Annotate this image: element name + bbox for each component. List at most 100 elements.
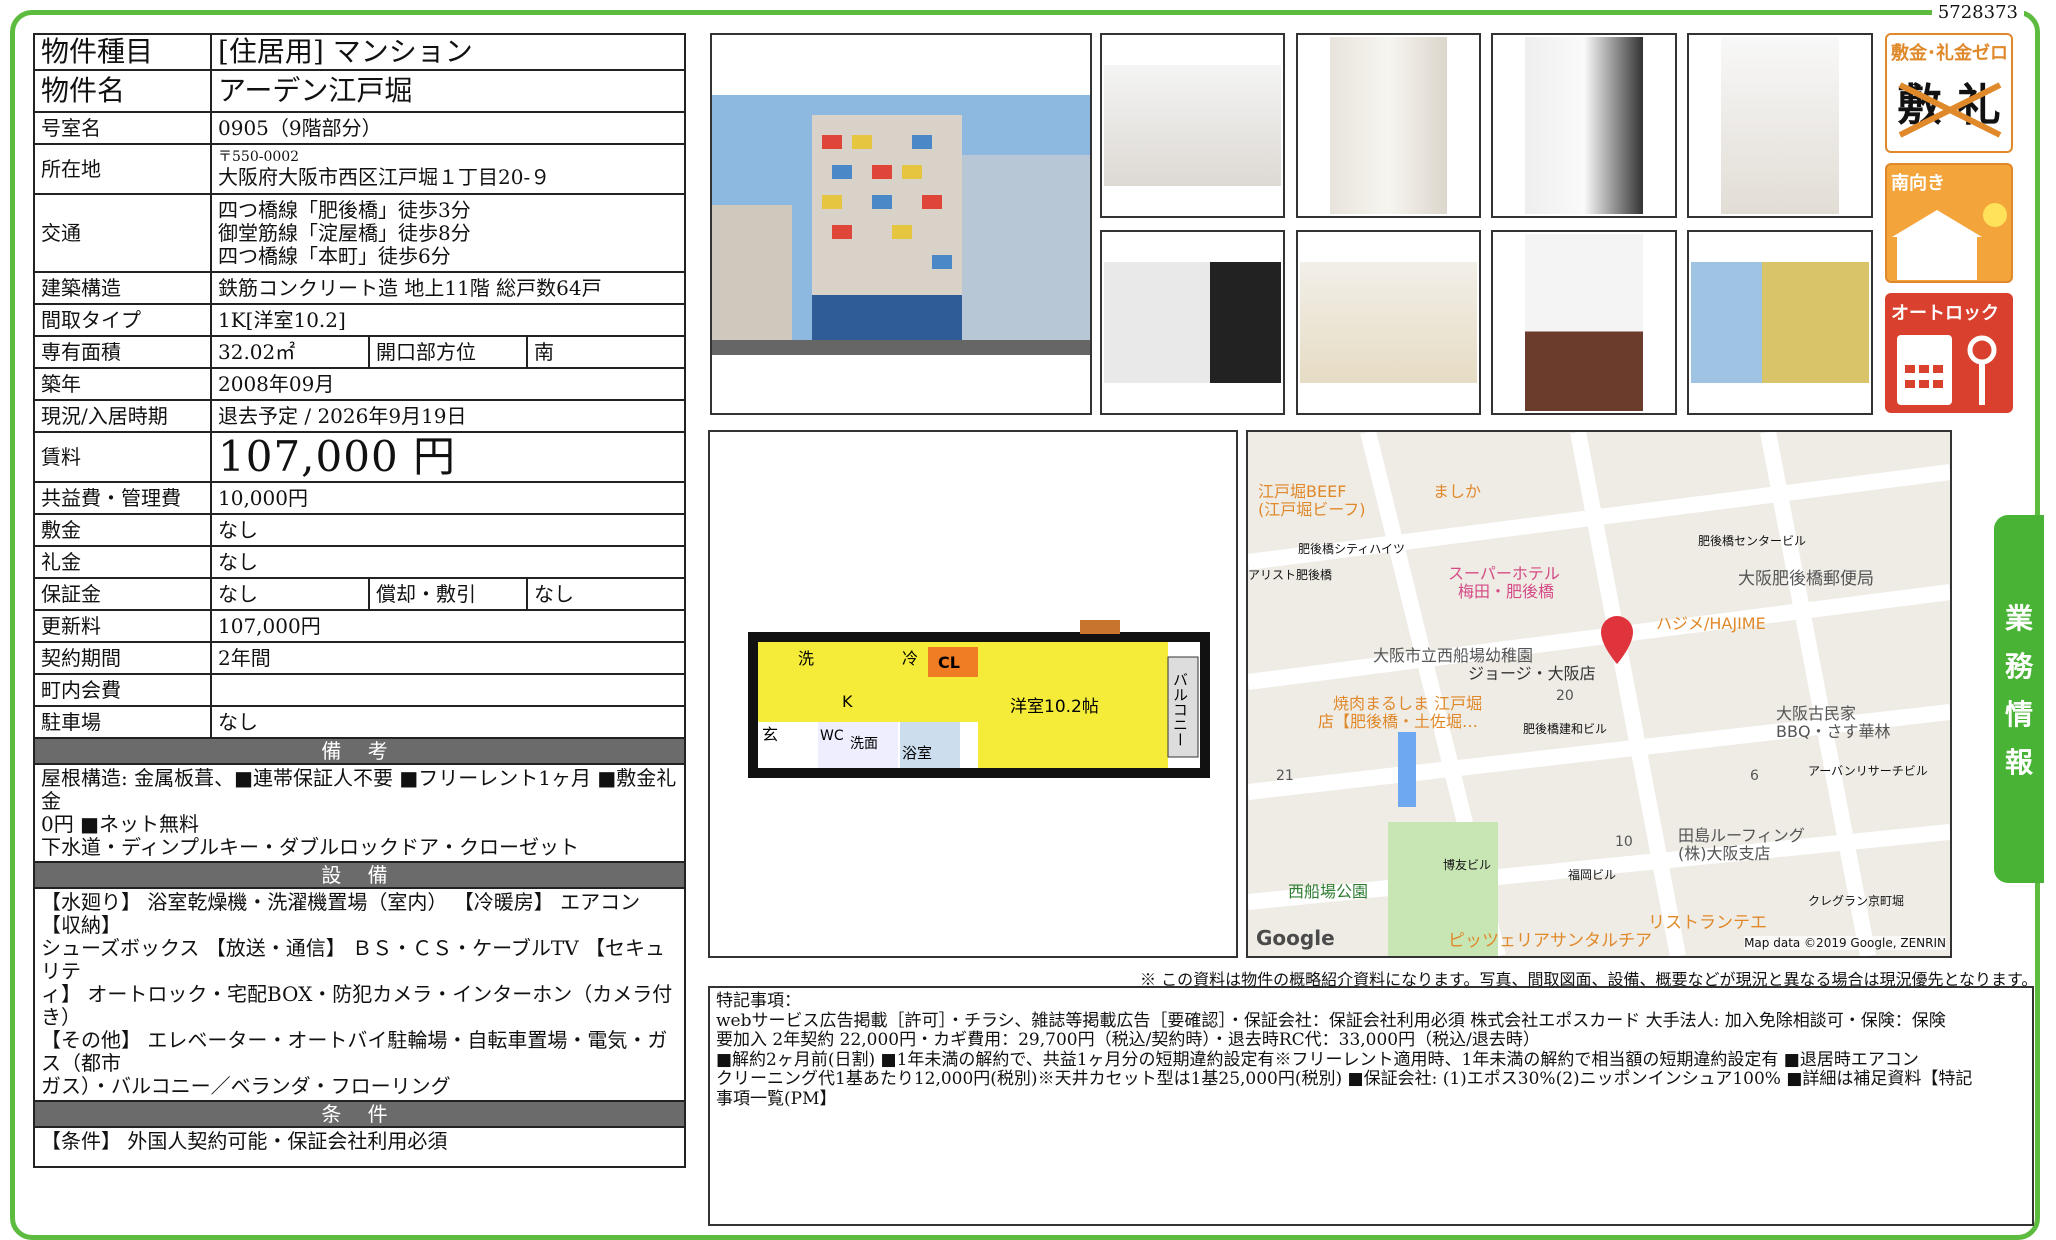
tab-char: 務	[2004, 650, 2033, 683]
plan-kitchen: K	[842, 692, 853, 711]
access-line: 四つ橋線「本町」徒歩6分	[218, 243, 451, 268]
remarks-line: 屋根構造: 金属板葺、■連帯保証人不要 ■フリーレント1ヶ月 ■敷金礼金	[41, 766, 677, 814]
plan-wc: WC	[820, 728, 844, 744]
interior-photo	[1100, 230, 1285, 415]
map-label: 肥後橋シティハイツ	[1298, 542, 1406, 556]
deposit-value: なし	[210, 513, 686, 548]
structure-label: 建築構造	[33, 271, 212, 305]
map-label: アーバンリサーチビル	[1808, 764, 1928, 778]
document-id: 5728373	[1931, 2, 2024, 23]
cross-icon	[1898, 82, 2002, 138]
map-label: 梅田・肥後橋	[1458, 582, 1555, 601]
conditions-body: 【条件】 外国人契約可能・保証会社利用必須	[33, 1126, 686, 1169]
renewal-value: 107,000円	[210, 609, 686, 644]
layout-value: 1K[洋室10.2]	[210, 303, 686, 337]
remarks-header: 備 考	[33, 737, 686, 766]
map-label: 21	[1276, 768, 1294, 784]
special-notes-line: webサービス広告掲載［許可］・チラシ、雑誌等掲載広告［要確認］・保証会社：保証…	[716, 1010, 1946, 1031]
room-label: 号室名	[33, 111, 212, 145]
map-label: (江戸堀ビーフ)	[1258, 500, 1366, 519]
amortization-label: 償却・敷引	[368, 577, 528, 612]
type-label: 物件種目	[33, 33, 212, 71]
structure-value: 鉄筋コンクリート造 地上11階 総戸数64戸	[210, 271, 686, 305]
status-label: 現況/入居時期	[33, 399, 212, 433]
badge-auto-lock: オートロック	[1885, 293, 2013, 413]
map-label: BBQ・さす華林	[1776, 722, 1891, 741]
badge-south-facing: 南向き	[1885, 163, 2013, 283]
map-label: (株)大阪支店	[1678, 844, 1771, 863]
location-map[interactable]: 江戸堀BEEF (江戸堀ビーフ) ましか 肥後橋シティハイツ アリスト肥後橋 ス…	[1246, 430, 1952, 958]
equipment-line: ィ】 オートロック・宅配BOX・防犯カメラ・インターホン（カメラ付き）	[41, 982, 673, 1030]
fee-label: 共益費・管理費	[33, 481, 212, 516]
layout-label: 間取タイプ	[33, 303, 212, 337]
map-label: ハジメ/HAJIME	[1656, 614, 1766, 633]
tab-char: 報	[2004, 746, 2033, 779]
parking-label: 駐車場	[33, 705, 212, 740]
badge-no-deposit: 敷金･礼金ゼロ 敷 礼	[1885, 33, 2013, 153]
house-sun-icon	[1892, 203, 2007, 280]
badge-label: 南向き	[1891, 173, 1945, 194]
built-value: 2008年09月	[210, 367, 686, 401]
interior-photo	[1687, 33, 1873, 218]
google-logo: Google	[1256, 926, 1335, 950]
equipment-line: 【水廻り】 浴室乾燥機・洗濯機置場（室内） 【冷暖房】 エアコン 【収納】	[41, 890, 641, 938]
equipment-line: シューズボックス 【放送・通信】 ＢＳ・ＣＳ・ケーブルTV 【セキュリテ	[41, 936, 666, 984]
conditions-header: 条 件	[33, 1100, 686, 1129]
special-notes-line: 要加入 2年契約 22,000円・カギ費用：29,700円（税込/契約時）・退去…	[716, 1030, 1540, 1051]
badge-label: オートロック	[1891, 303, 1999, 324]
map-label: 西船場公園	[1288, 882, 1369, 901]
built-label: 築年	[33, 367, 212, 401]
map-label: アリスト肥後橋	[1248, 568, 1333, 582]
interior-photo	[1491, 230, 1677, 415]
equipment-header: 設 備	[33, 861, 686, 890]
map-label: 福岡ビル	[1568, 868, 1617, 882]
remarks-line: 下水道・ディンプルキー・ダブルロックドア・クローゼット	[41, 835, 579, 860]
plan-wash: 洗	[798, 649, 814, 668]
community-fee-label: 町内会費	[33, 673, 212, 708]
map-attribution: Map data ©2019 Google, ZENRIN	[1744, 936, 1946, 950]
name-value: アーデン江戸堀	[210, 69, 686, 113]
interior-photo	[1491, 33, 1677, 218]
map-label: 肥後橋建和ビル	[1523, 722, 1608, 736]
remarks-line: 0円 ■ネット無料	[41, 812, 199, 837]
address-label: 所在地	[33, 143, 212, 195]
plan-closet: CL	[938, 653, 960, 672]
map-label: 大阪肥後橋郵便局	[1738, 569, 1874, 589]
tab-char: 情	[2004, 698, 2033, 731]
special-notes: 特記事項： webサービス広告掲載［許可］・チラシ、雑誌等掲載広告［要確認］・保…	[708, 986, 2034, 1226]
postal-code: 〒550-0002	[218, 149, 300, 166]
badge-label: 敷金･礼金ゼロ	[1891, 43, 2008, 64]
plan-room: 洋室10.2帖	[1010, 697, 1099, 717]
rent-label: 賃料	[33, 430, 212, 484]
access-cell: 四つ橋線「肥後橋」徒歩3分 御堂筋線「淀屋橋」徒歩8分 四つ橋線「本町」徒歩6分	[210, 193, 686, 273]
key-money-label: 礼金	[33, 545, 212, 580]
map-label: リストランテエ	[1648, 913, 1767, 933]
equipment-line: ガス）・バルコニー／ベランダ・フローリング	[41, 1074, 451, 1099]
plan-basin: 洗面	[850, 736, 878, 752]
special-notes-line: クリーニング代1基あたり12,000円(税別)※天井カセット型は1基25,000…	[716, 1069, 1973, 1090]
address-cell: 〒550-0002 大阪府大阪市西区江戸堀１丁目20-９	[210, 143, 686, 195]
rent-value: 107,000 円	[210, 430, 686, 484]
guarantee-label: 保証金	[33, 577, 212, 612]
address-value: 大阪府大阪市西区江戸堀１丁目20-９	[218, 164, 551, 189]
interior-photo	[1687, 230, 1873, 415]
map-label: ピッツェリアサンタルチア	[1448, 931, 1652, 951]
term-label: 契約期間	[33, 641, 212, 676]
status-value: 退去予定 / 2026年9月19日	[210, 399, 686, 433]
map-label: 肥後橋センタービル	[1698, 534, 1807, 548]
map-label: 6	[1750, 768, 1759, 784]
equipment-body: 【水廻り】 浴室乾燥機・洗濯機置場（室内） 【冷暖房】 エアコン 【収納】 シュ…	[33, 887, 686, 1103]
intercom-key-icon	[1897, 335, 1997, 405]
access-label: 交通	[33, 193, 212, 273]
map-label: 店【肥後橋・土佐堀…	[1318, 712, 1479, 731]
business-info-tab[interactable]: 業 務 情 報	[1994, 515, 2044, 883]
map-label: ましか	[1433, 482, 1482, 501]
parking-value: なし	[210, 705, 686, 740]
key-money-value: なし	[210, 545, 686, 580]
renewal-label: 更新料	[33, 609, 212, 644]
plan-bath: 浴室	[902, 744, 932, 762]
term-value: 2年間	[210, 641, 686, 676]
map-label: 10	[1615, 834, 1633, 850]
direction-label: 開口部方位	[368, 335, 528, 369]
access-line: 四つ橋線「肥後橋」徒歩3分	[218, 197, 471, 222]
